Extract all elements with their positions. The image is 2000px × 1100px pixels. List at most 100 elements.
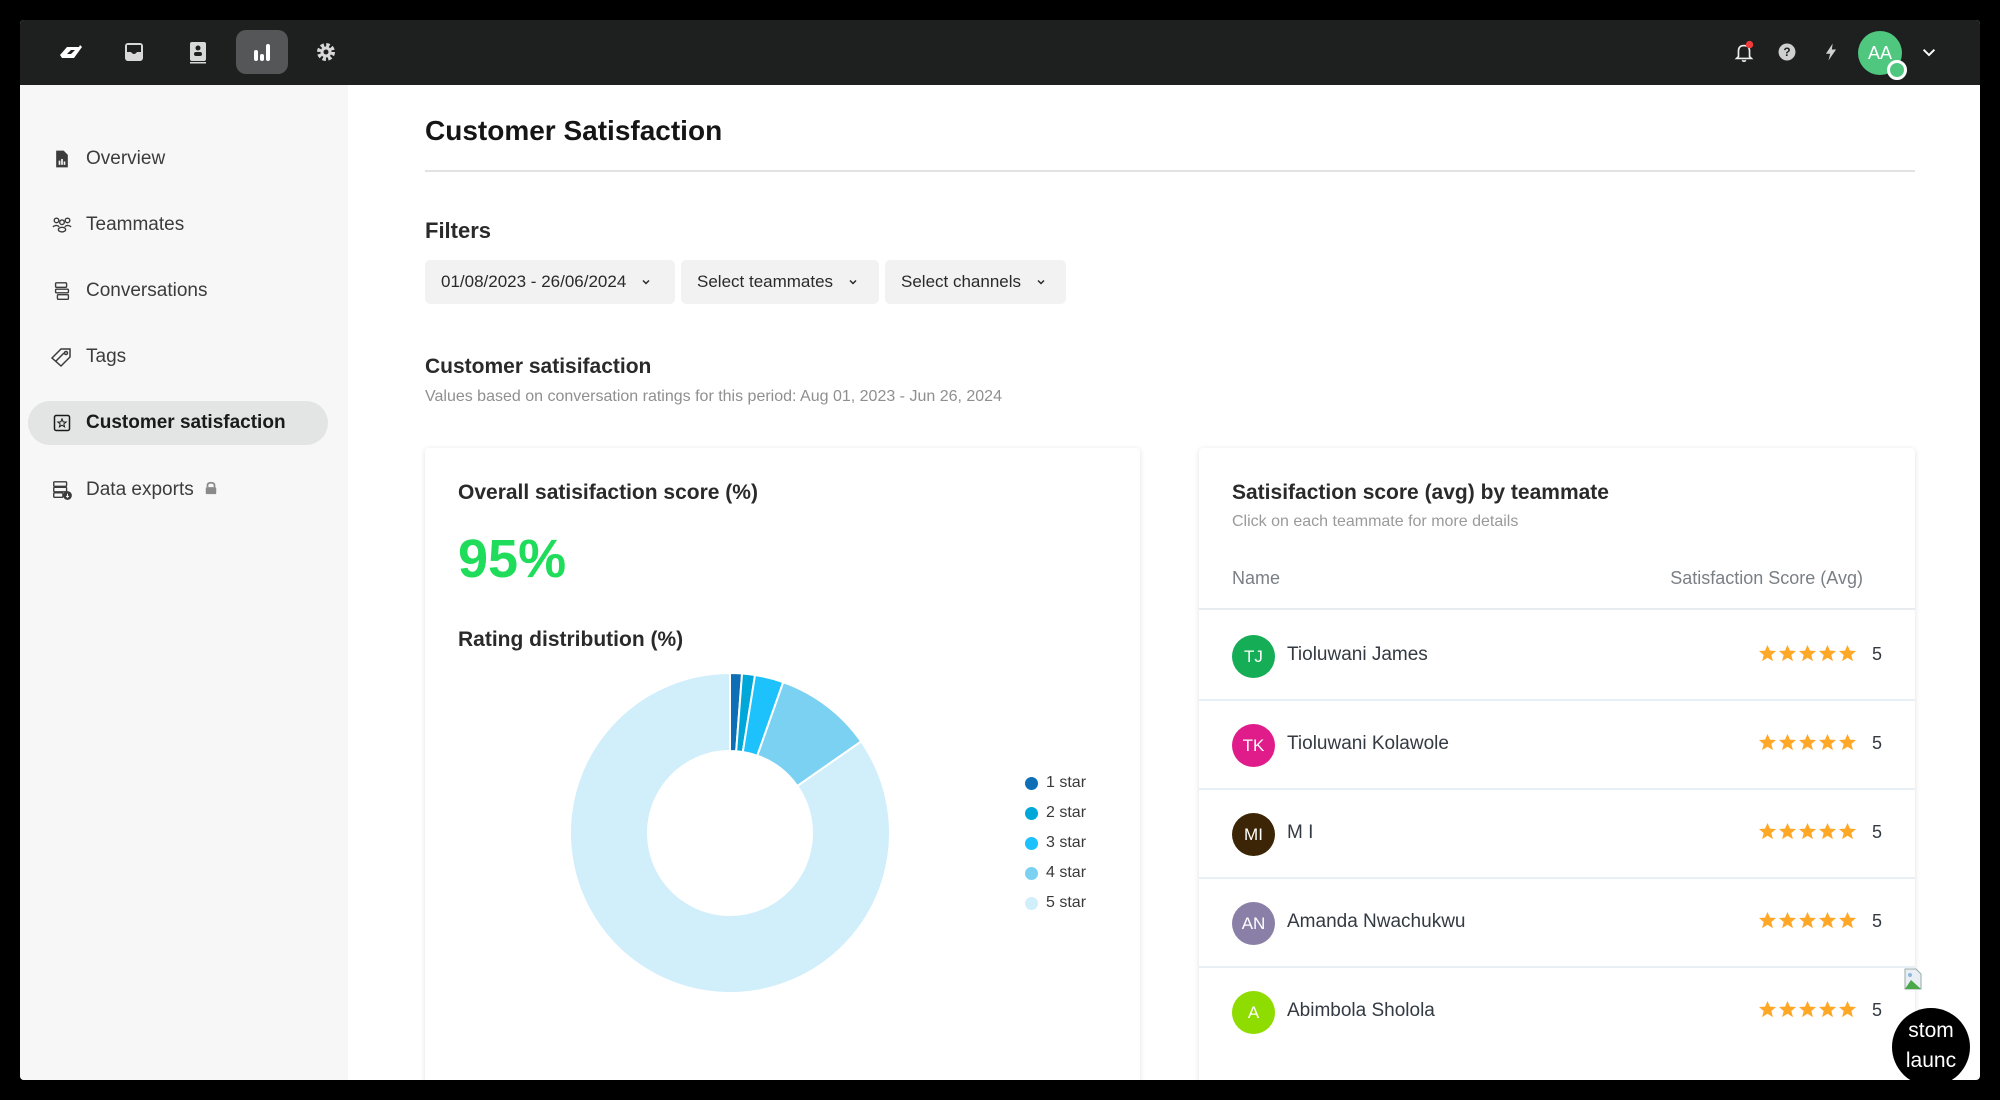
broken-image-icon xyxy=(1904,968,1922,990)
online-status-indicator xyxy=(1887,60,1907,80)
overall-score-title: Overall satisifaction score (%) xyxy=(458,481,758,504)
report-file-icon xyxy=(50,147,74,171)
section-title: Customer satisifaction xyxy=(425,355,652,378)
title-divider xyxy=(425,170,1915,172)
chevron-down-icon xyxy=(642,279,650,285)
date-range-filter[interactable]: 01/08/2023 - 26/06/2024 xyxy=(425,260,675,304)
star-icon xyxy=(1838,911,1857,935)
star-rating xyxy=(1758,911,1857,935)
page-title: Customer Satisfaction xyxy=(425,115,723,146)
distribution-title: Rating distribution (%) xyxy=(458,628,684,651)
chart-legend: 1 star 2 star 3 star 4 star 5 star xyxy=(1025,768,1086,918)
rating-donut-chart xyxy=(569,671,891,994)
column-header-score: Satisfaction Score (Avg) xyxy=(1670,568,1863,588)
channels-filter[interactable]: Select channels xyxy=(885,260,1066,304)
svg-text:?: ? xyxy=(1783,45,1790,59)
star-icon xyxy=(1818,733,1837,757)
chat-launcher-button[interactable]: stom launc xyxy=(1892,1008,1970,1080)
teammate-avatar: TJ xyxy=(1232,635,1275,678)
inbox-icon[interactable] xyxy=(108,30,160,74)
star-icon xyxy=(1838,1000,1857,1024)
team-icon xyxy=(50,213,74,237)
bell-icon[interactable] xyxy=(1728,36,1760,68)
star-rating xyxy=(1758,733,1857,757)
bar-chart-icon[interactable] xyxy=(236,30,288,74)
teammate-name: Tioluwani Kolawole xyxy=(1287,733,1449,754)
teammate-name: Tioluwani James xyxy=(1287,644,1428,665)
data-export-icon xyxy=(50,478,74,502)
logo-icon[interactable] xyxy=(44,30,96,74)
lightning-icon[interactable] xyxy=(1815,36,1847,68)
sidebar-item-customer-satisfaction[interactable]: Customer satisfaction xyxy=(28,401,328,445)
teammate-row[interactable]: MI M I 5 xyxy=(1199,790,1915,879)
star-icon xyxy=(1758,644,1777,668)
star-rating xyxy=(1758,1000,1857,1024)
star-icon xyxy=(1838,644,1857,668)
star-icon xyxy=(1818,822,1837,846)
teammate-score: 5 xyxy=(1871,822,1882,842)
sidebar-item-data-exports[interactable]: Data exports xyxy=(28,468,328,512)
overall-score-card: Overall satisifaction score (%) 95% Rati… xyxy=(425,448,1140,1080)
legend-dot xyxy=(1025,806,1038,820)
star-icon xyxy=(1838,822,1857,846)
user-avatar[interactable]: AA xyxy=(1858,31,1907,80)
teammate-scores-card: Satisifaction score (avg) by teammate Cl… xyxy=(1199,448,1915,1080)
legend-dot xyxy=(1025,776,1038,790)
star-icon xyxy=(1758,911,1777,935)
star-icon xyxy=(1778,822,1797,846)
star-icon xyxy=(1778,911,1797,935)
legend-item[interactable]: 2 star xyxy=(1025,798,1086,828)
teammate-row[interactable]: TJ Tioluwani James 5 xyxy=(1199,612,1915,701)
teammate-row[interactable]: TK Tioluwani Kolawole 5 xyxy=(1199,701,1915,790)
teammate-name: Amanda Nwachukwu xyxy=(1287,911,1466,932)
legend-label: 5 star xyxy=(1046,894,1087,911)
teammate-scores-subtitle: Click on each teammate for more details xyxy=(1232,513,1519,530)
gear-icon[interactable] xyxy=(300,30,352,74)
table-header: Name Satisfaction Score (Avg) xyxy=(1199,558,1915,610)
question-icon[interactable]: ? xyxy=(1771,36,1803,68)
legend-item[interactable]: 5 star xyxy=(1025,888,1086,918)
sidebar-item-overview[interactable]: Overview xyxy=(28,137,328,181)
column-header-name: Name xyxy=(1232,568,1281,588)
star-icon xyxy=(1778,1000,1797,1024)
teammate-score: 5 xyxy=(1871,1000,1882,1020)
legend-label: 3 star xyxy=(1046,834,1087,851)
star-icon xyxy=(1758,1000,1777,1024)
star-icon xyxy=(1798,733,1817,757)
teammate-score: 5 xyxy=(1871,911,1882,931)
legend-item[interactable]: 1 star xyxy=(1025,768,1086,798)
legend-dot xyxy=(1025,896,1038,910)
legend-dot xyxy=(1025,866,1038,880)
sidebar-item-tags[interactable]: Tags xyxy=(28,335,328,379)
star-icon xyxy=(1758,733,1777,757)
teammate-scores-title: Satisifaction score (avg) by teammate xyxy=(1232,481,1609,504)
star-icon xyxy=(1798,644,1817,668)
sidebar-item-conversations[interactable]: Conversations xyxy=(28,269,328,313)
overall-score-value: 95% xyxy=(458,529,567,589)
chevron-down-icon xyxy=(1037,279,1045,285)
star-icon xyxy=(1778,644,1797,668)
teammate-row[interactable]: A Abimbola Sholola 5 xyxy=(1199,968,1915,1057)
sidebar: Overview Teammates Conversations Tags Cu… xyxy=(20,85,348,1080)
app-window: ? AA Overview Teammates Conversations Ta… xyxy=(20,20,1980,1080)
sidebar-item-teammates[interactable]: Teammates xyxy=(28,203,328,247)
chevron-down-icon xyxy=(849,279,857,285)
legend-dot xyxy=(1025,836,1038,850)
teammate-avatar: MI xyxy=(1232,813,1275,856)
chevron-down-icon[interactable] xyxy=(1913,36,1945,68)
tags-icon xyxy=(50,345,74,369)
lock-icon xyxy=(204,480,218,501)
contacts-icon[interactable] xyxy=(172,30,224,74)
legend-item[interactable]: 4 star xyxy=(1025,858,1086,888)
teammate-row[interactable]: AN Amanda Nwachukwu 5 xyxy=(1199,879,1915,968)
teammate-name: Abimbola Sholola xyxy=(1287,1000,1435,1021)
conversations-icon xyxy=(50,279,74,303)
star-icon xyxy=(1798,1000,1817,1024)
legend-label: 4 star xyxy=(1046,864,1087,881)
teammate-avatar: A xyxy=(1232,991,1275,1034)
teammates-filter[interactable]: Select teammates xyxy=(681,260,879,304)
filters-label: Filters xyxy=(425,218,492,243)
legend-item[interactable]: 3 star xyxy=(1025,828,1086,858)
star-icon xyxy=(1778,733,1797,757)
teammate-avatar: TK xyxy=(1232,724,1275,767)
